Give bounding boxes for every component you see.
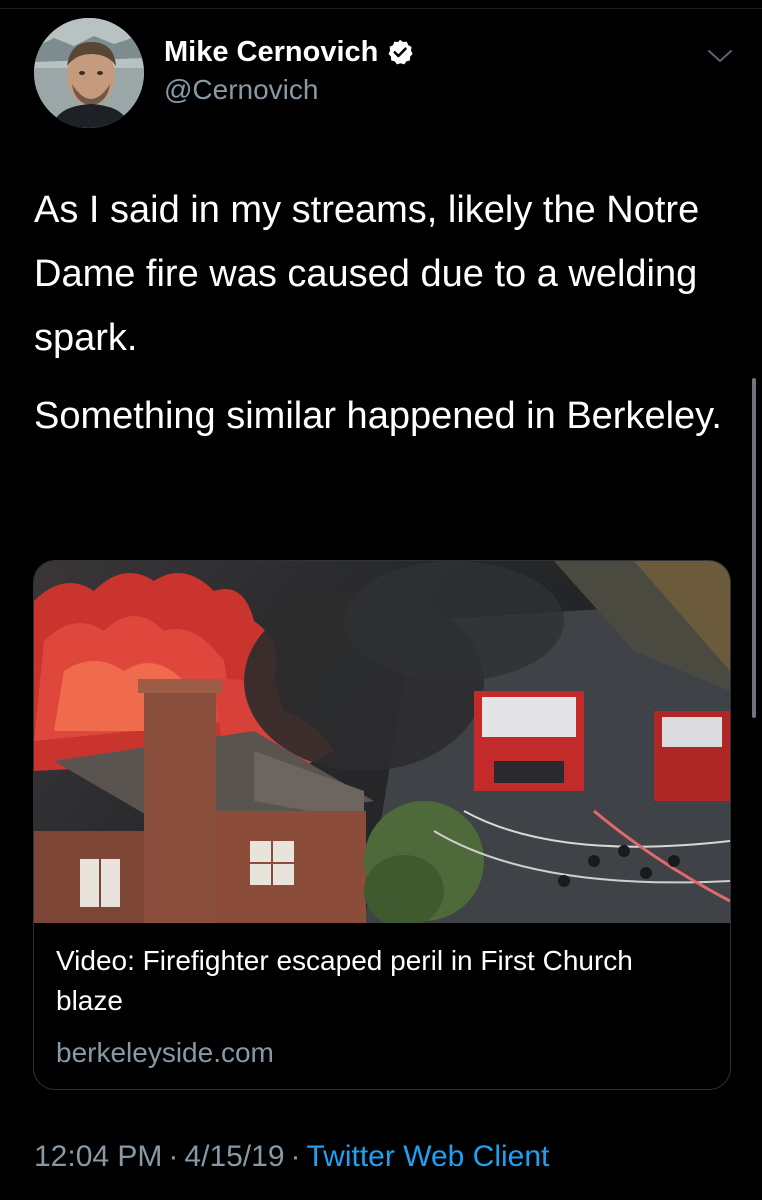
- tweet-source-link[interactable]: Twitter Web Client: [307, 1140, 550, 1173]
- tweet-date[interactable]: 4/15/19: [184, 1140, 284, 1173]
- meta-separator: ·: [168, 1140, 179, 1173]
- name-row: Mike Cernovich: [164, 32, 414, 72]
- meta-separator: ·: [290, 1140, 301, 1173]
- scrollbar[interactable]: [752, 378, 756, 718]
- avatar[interactable]: [34, 18, 144, 128]
- handle[interactable]: @Cernovich: [164, 74, 414, 106]
- avatar-photo: [34, 18, 144, 128]
- verified-badge-icon: [386, 38, 414, 66]
- link-card-domain: berkeleyside.com: [56, 1037, 274, 1068]
- link-card[interactable]: Video: Firefighter escaped peril in Firs…: [33, 560, 731, 1090]
- tweet-text: As I said in my streams, likely the Notr…: [34, 178, 734, 448]
- tweet-paragraph: Something similar happened in Berkeley.: [34, 395, 722, 437]
- link-card-title[interactable]: Video: Firefighter escaped peril in Firs…: [56, 941, 706, 1021]
- chevron-down-icon: [706, 47, 734, 70]
- top-divider: [0, 0, 762, 9]
- link-card-body[interactable]: Video: Firefighter escaped peril in Firs…: [56, 941, 706, 1069]
- author-block[interactable]: Mike Cernovich @Cernovich: [164, 32, 414, 106]
- more-options-button[interactable]: [702, 40, 738, 76]
- tweet-paragraph: As I said in my streams, likely the Notr…: [34, 189, 700, 359]
- tweet-time[interactable]: 12:04 PM: [34, 1140, 162, 1173]
- tweet-meta: 12:04 PM · 4/15/19 · Twitter Web Client: [34, 1140, 549, 1174]
- display-name[interactable]: Mike Cernovich: [164, 36, 378, 69]
- link-card-image[interactable]: [34, 561, 730, 923]
